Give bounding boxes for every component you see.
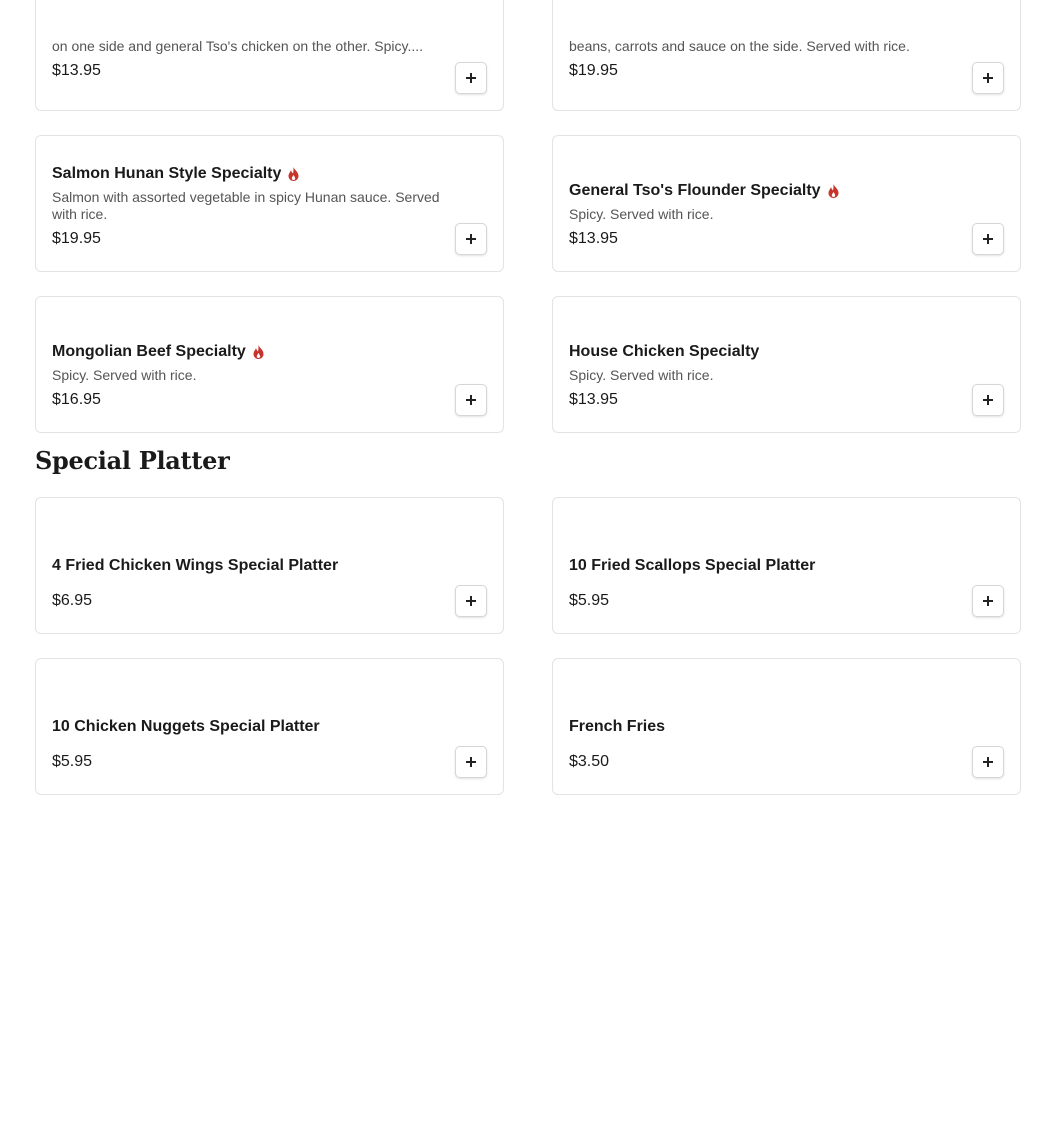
menu-item-name-row: 4 Fried Chicken Wings Special Platter bbox=[52, 557, 443, 575]
menu-item-content: French Fries $3.50 bbox=[569, 718, 960, 771]
menu-item-card[interactable]: General Tso's Flounder Specialty Spicy. … bbox=[552, 135, 1021, 272]
menu-item-name-row: Salmon Hunan Style Specialty bbox=[52, 165, 443, 183]
menu-item-name: 4 Fried Chicken Wings Special Platter bbox=[52, 557, 339, 574]
section-title-special-platter: Special Platter bbox=[35, 446, 230, 475]
menu-item-card[interactable]: 10 Fried Scallops Special Platter $5.95 bbox=[552, 497, 1021, 634]
plus-icon bbox=[466, 395, 476, 405]
menu-item-card[interactable]: Salmon Hunan Style Specialty Salmon with… bbox=[35, 135, 504, 272]
menu-item-price: $5.95 bbox=[52, 753, 93, 770]
menu-item-price: $6.95 bbox=[52, 592, 93, 609]
plus-icon bbox=[466, 757, 476, 767]
add-item-button[interactable] bbox=[455, 223, 487, 255]
menu-item-description: Spicy. Served with rice. bbox=[569, 206, 714, 222]
menu-item-description: beans, carrots and sauce on the side. Se… bbox=[569, 38, 910, 54]
add-item-button[interactable] bbox=[455, 62, 487, 94]
menu-item-name: French Fries bbox=[569, 718, 666, 735]
menu-item-price: $19.95 bbox=[569, 62, 618, 79]
add-item-button[interactable] bbox=[972, 746, 1004, 778]
menu-item-price: $3.50 bbox=[569, 753, 610, 770]
menu-item-name-row: Mongolian Beef Specialty bbox=[52, 343, 443, 361]
menu-item-price: $13.95 bbox=[569, 230, 618, 247]
plus-icon bbox=[466, 234, 476, 244]
menu-item-name: 10 Chicken Nuggets Special Platter bbox=[52, 718, 320, 735]
menu-item-name: General Tso's Flounder Specialty bbox=[569, 182, 821, 199]
menu-item-price: $19.95 bbox=[52, 230, 101, 247]
menu-item-description: on one side and general Tso's chicken on… bbox=[52, 38, 424, 54]
menu-item-description: Spicy. Served with rice. bbox=[569, 367, 714, 383]
menu-item-card[interactable]: on one side and general Tso's chicken on… bbox=[35, 0, 504, 111]
menu-item-name-row: 10 Chicken Nuggets Special Platter bbox=[52, 718, 443, 736]
add-item-button[interactable] bbox=[455, 585, 487, 617]
menu-item-card[interactable]: 4 Fried Chicken Wings Special Platter $6… bbox=[35, 497, 504, 634]
menu-item-content: beans, carrots and sauce on the side. Se… bbox=[569, 38, 960, 80]
menu-item-content: 4 Fried Chicken Wings Special Platter $6… bbox=[52, 557, 443, 610]
add-item-button[interactable] bbox=[455, 384, 487, 416]
menu-item-name-row: General Tso's Flounder Specialty bbox=[569, 182, 960, 200]
add-item-button[interactable] bbox=[972, 384, 1004, 416]
menu-item-name: 10 Fried Scallops Special Platter bbox=[569, 557, 816, 574]
plus-icon bbox=[983, 73, 993, 83]
menu-item-content: Mongolian Beef Specialty Spicy. Served w… bbox=[52, 343, 443, 409]
plus-icon bbox=[983, 757, 993, 767]
plus-icon bbox=[466, 73, 476, 83]
menu-item-content: General Tso's Flounder Specialty Spicy. … bbox=[569, 182, 960, 248]
menu-item-content: 10 Fried Scallops Special Platter $5.95 bbox=[569, 557, 960, 610]
plus-icon bbox=[983, 596, 993, 606]
menu-item-name: House Chicken Specialty bbox=[569, 343, 760, 360]
menu-item-content: Salmon Hunan Style Specialty Salmon with… bbox=[52, 165, 443, 248]
menu-item-price: $13.95 bbox=[52, 62, 101, 79]
menu-item-card[interactable]: 10 Chicken Nuggets Special Platter $5.95 bbox=[35, 658, 504, 795]
menu-item-content: House Chicken Specialty Spicy. Served wi… bbox=[569, 343, 960, 409]
menu-item-card[interactable]: French Fries $3.50 bbox=[552, 658, 1021, 795]
plus-icon bbox=[983, 234, 993, 244]
plus-icon bbox=[983, 395, 993, 405]
menu-item-name: Mongolian Beef Specialty bbox=[52, 343, 246, 360]
add-item-button[interactable] bbox=[972, 62, 1004, 94]
menu-item-description: Spicy. Served with rice. bbox=[52, 367, 197, 383]
spicy-flame-icon bbox=[828, 184, 839, 198]
menu-item-name-row: French Fries bbox=[569, 718, 960, 736]
menu-item-card[interactable]: Mongolian Beef Specialty Spicy. Served w… bbox=[35, 296, 504, 433]
add-item-button[interactable] bbox=[972, 223, 1004, 255]
menu-item-price: $13.95 bbox=[569, 391, 618, 408]
menu-item-content: 10 Chicken Nuggets Special Platter $5.95 bbox=[52, 718, 443, 771]
menu-item-price: $5.95 bbox=[569, 592, 610, 609]
add-item-button[interactable] bbox=[455, 746, 487, 778]
menu-item-description: Salmon with assorted vegetable in spicy … bbox=[52, 189, 440, 222]
menu-item-name: Salmon Hunan Style Specialty bbox=[52, 165, 282, 182]
menu-item-card[interactable]: beans, carrots and sauce on the side. Se… bbox=[552, 0, 1021, 111]
plus-icon bbox=[466, 596, 476, 606]
menu-page: on one side and general Tso's chicken on… bbox=[0, 0, 1050, 1143]
special-platter-grid: 4 Fried Chicken Wings Special Platter $6… bbox=[35, 497, 1021, 795]
menu-item-content: on one side and general Tso's chicken on… bbox=[52, 38, 443, 80]
add-item-button[interactable] bbox=[972, 585, 1004, 617]
menu-item-price: $16.95 bbox=[52, 391, 101, 408]
menu-item-name-row: 10 Fried Scallops Special Platter bbox=[569, 557, 960, 575]
menu-item-card[interactable]: House Chicken Specialty Spicy. Served wi… bbox=[552, 296, 1021, 433]
spicy-flame-icon bbox=[253, 345, 264, 359]
specialty-items-grid: on one side and general Tso's chicken on… bbox=[35, 0, 1021, 433]
menu-item-name-row: House Chicken Specialty bbox=[569, 343, 960, 361]
spicy-flame-icon bbox=[288, 167, 299, 181]
